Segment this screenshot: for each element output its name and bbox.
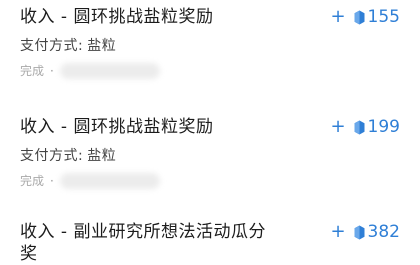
plus-sign: + [330,6,346,27]
amount-value: 199 [367,117,400,137]
blurred-timestamp [59,63,160,79]
transaction-list: 收入 - 圆环挑战盐粒奖励 + 155 支付方式: 盐粒 完成 · 收入 - 圆环… [0,0,420,265]
status-text: 完成 [20,174,45,188]
transaction-amount: + 382 [330,221,400,243]
payment-method-label: 支付方式: [20,148,84,164]
transaction-item[interactable]: 收入 - 圆环挑战盐粒奖励 + 199 支付方式: 盐粒 完成 · [0,116,420,206]
salt-grain-icon [354,120,365,134]
status-row: 完成 · [20,63,160,79]
payment-method-value: 盐粒 [87,148,117,164]
status-row: 完成 · [20,173,160,189]
salt-grain-icon [354,10,365,24]
transaction-item[interactable]: 收入 - 圆环挑战盐粒奖励 + 155 支付方式: 盐粒 完成 · [0,6,420,96]
transaction-amount: + 155 [330,6,400,28]
status-separator: · [50,64,54,78]
transaction-amount: + 199 [330,116,400,138]
plus-sign: + [330,116,346,137]
amount-value: 382 [367,222,400,242]
status-separator: · [50,174,54,188]
payment-method: 支付方式: 盐粒 [20,147,116,165]
payment-method: 支付方式: 盐粒 [20,37,116,55]
status-text: 完成 [20,64,45,78]
salt-grain-icon [354,225,365,239]
payment-method-value: 盐粒 [87,38,117,54]
transaction-item[interactable]: 收入 - 副业研究所想法活动瓜分奖 + 382 [0,221,420,265]
amount-value: 155 [367,7,400,27]
transaction-title: 收入 - 圆环挑战盐粒奖励 [20,117,214,137]
plus-sign: + [330,221,346,242]
transaction-title: 收入 - 圆环挑战盐粒奖励 [20,7,214,27]
transaction-title: 收入 - 副业研究所想法活动瓜分奖 [20,222,266,264]
blurred-timestamp [59,173,160,189]
payment-method-label: 支付方式: [20,38,84,54]
